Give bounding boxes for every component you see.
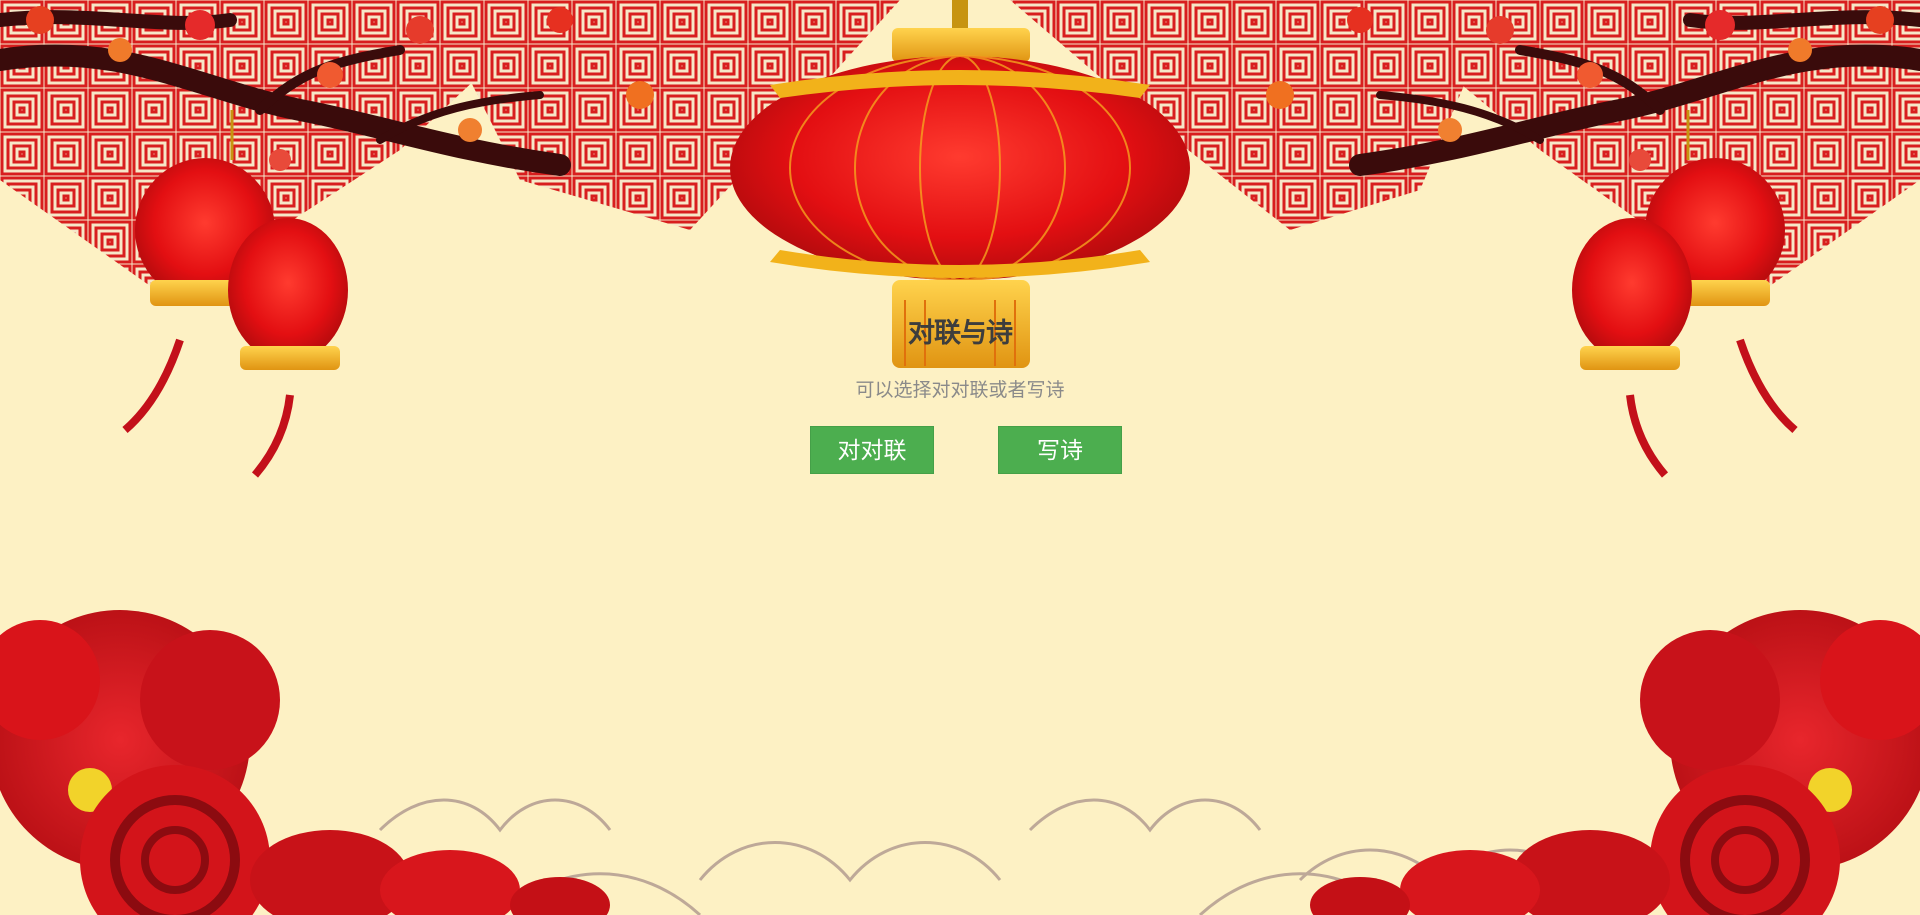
main-content: 对联与诗 可以选择对对联或者写诗 对对联 写诗 — [0, 0, 1920, 915]
couplet-button[interactable]: 对对联 — [810, 426, 934, 474]
page-subtitle: 可以选择对对联或者写诗 — [855, 379, 1065, 401]
page-title: 对联与诗 — [908, 318, 1013, 349]
write-poem-button[interactable]: 写诗 — [998, 426, 1122, 474]
